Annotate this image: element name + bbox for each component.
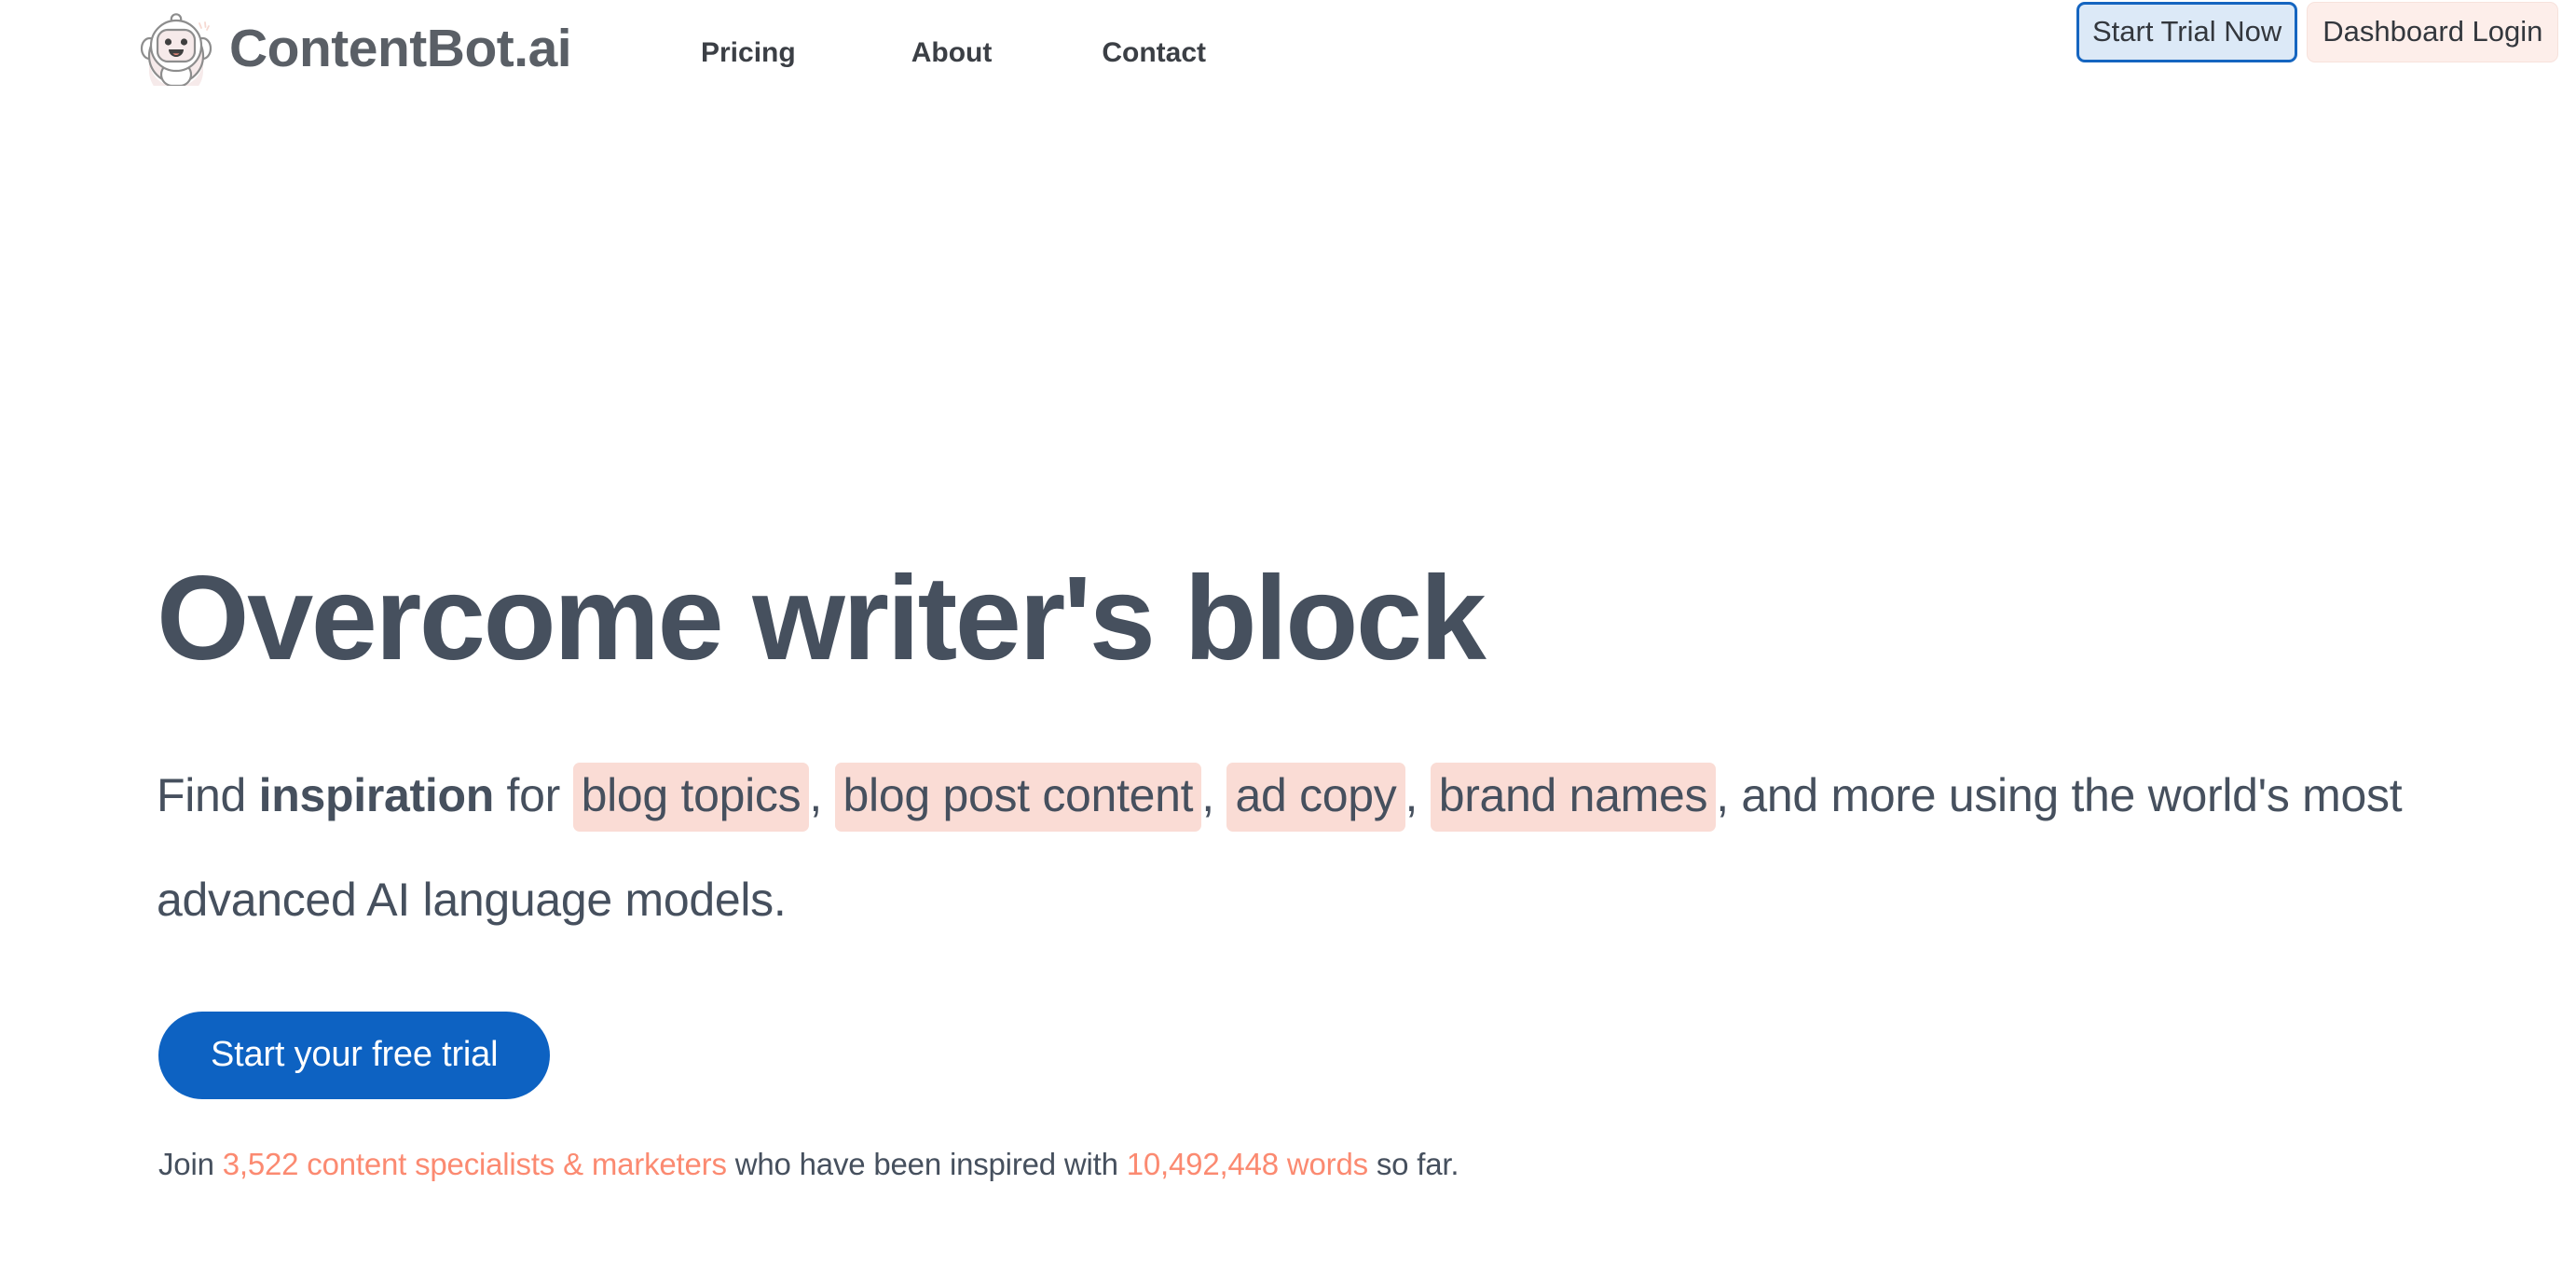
social-proof-text: Join 3,522 content specialists & markete… <box>158 1149 1459 1179</box>
start-free-trial-button[interactable]: Start your free trial <box>158 1012 551 1099</box>
hero-sub-separator: , <box>1404 769 1431 821</box>
highlight-chip-blog-topics: blog topics <box>572 763 810 832</box>
hero-sub-emphasis: inspiration <box>258 769 495 821</box>
highlight-chip-blog-post-content: blog post content <box>834 763 1202 832</box>
hero-section: Overcome writer's block Find inspiration… <box>0 0 2576 1281</box>
social-proof-suffix: so far. <box>1367 1147 1459 1181</box>
hero-sub-after-emphasis: for <box>493 769 573 821</box>
social-proof-prefix: Join <box>158 1147 223 1181</box>
highlight-chip-brand-names: brand names <box>1430 763 1717 832</box>
highlight-chip-ad-copy: ad copy <box>1226 763 1405 832</box>
page-title: Overcome writer's block <box>157 552 1487 685</box>
hero-sub-separator: , <box>1201 769 1227 821</box>
hero-sub-separator: , <box>809 769 835 821</box>
social-proof-words-count: 10,492,448 words <box>1126 1147 1368 1181</box>
social-proof-users-count: 3,522 content specialists & marketers <box>222 1147 727 1181</box>
hero-sub-lead: Find <box>157 769 259 821</box>
hero-subheading: Find inspiration for blog topics, blog p… <box>157 743 2505 952</box>
social-proof-middle: who have been inspired with <box>726 1147 1127 1181</box>
